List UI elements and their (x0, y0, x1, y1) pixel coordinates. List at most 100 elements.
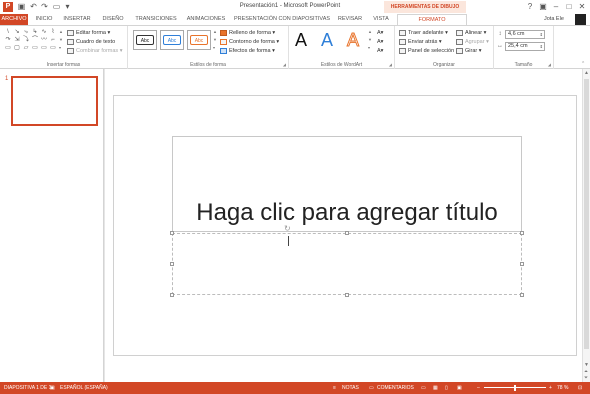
resize-handle[interactable] (520, 231, 524, 235)
tab-inicio[interactable]: INICIO (31, 14, 57, 25)
zoom-out-icon[interactable]: – (477, 382, 480, 394)
tab-transiciones[interactable]: TRANSICIONES (132, 14, 180, 25)
send-backward-button[interactable]: Enviar atrás ▾ (399, 38, 442, 46)
normal-view-icon[interactable]: ▭ (421, 382, 426, 394)
line-shape-icon[interactable]: \ (4, 29, 12, 35)
arc-shape-icon[interactable]: ⌒ (31, 37, 39, 43)
undo-icon[interactable]: ↶ (29, 2, 38, 11)
width-spinner-icon[interactable]: ⇕ (540, 43, 543, 50)
shape-style-sample-1[interactable]: Abc (133, 30, 157, 50)
selected-textbox[interactable] (170, 231, 524, 297)
height-spinner-icon[interactable]: ⇕ (540, 31, 543, 38)
text-fill-icon[interactable]: A▾ (377, 29, 383, 37)
resize-handle[interactable] (520, 262, 524, 266)
wordart-style-orange-outline[interactable]: A (346, 30, 359, 51)
start-presentation-icon[interactable]: ▭ (52, 2, 61, 11)
title-placeholder-text[interactable]: Haga clic para agregar título (173, 199, 521, 227)
arrow-shape-icon[interactable]: ↘ (13, 29, 21, 35)
shape-height-input[interactable]: 4,6 cm ⇕ (505, 30, 545, 39)
comments-button[interactable]: COMENTARIOS (377, 382, 414, 394)
reading-view-icon[interactable]: ▯ (445, 382, 448, 394)
language-indicator[interactable]: ESPAÑOL (ESPAÑA) (60, 382, 108, 394)
minimize-button[interactable]: – (550, 1, 562, 12)
group-button[interactable]: Agrupar ▾ (456, 38, 489, 46)
shapes-scroll-down-icon[interactable]: ▼ (59, 37, 63, 42)
scroll-down-icon[interactable]: ▼ (584, 362, 589, 368)
tab-animaciones[interactable]: ANIMACIONES (183, 14, 229, 25)
curve-shape-icon[interactable]: ∿ (40, 29, 48, 35)
slide-canvas[interactable]: Haga clic para agregar título ↻ (113, 95, 577, 356)
resize-handle[interactable] (520, 293, 524, 297)
shapes-scroll-up-icon[interactable]: ▲ (59, 29, 63, 34)
rounded-rectangle-shape-icon[interactable]: ▢ (13, 45, 21, 51)
fit-slide-icon[interactable]: ⊡ (578, 382, 582, 394)
edit-shape-button[interactable]: Editar forma ▾ (67, 29, 110, 37)
shape-fill-button[interactable]: Relleno de forma ▾ (220, 29, 275, 37)
connector-arrow-shape-icon[interactable]: ⤵ (22, 37, 30, 43)
collapse-ribbon-icon[interactable]: ⌃ (581, 61, 585, 67)
round-snip-shape-icon[interactable]: ▭ (31, 45, 39, 51)
styles-scroll-up-icon[interactable]: ▲ (213, 29, 217, 34)
shape-style-sample-3[interactable]: Abc (187, 30, 211, 50)
slideshow-icon[interactable]: ▣ (457, 382, 462, 394)
resize-handle[interactable] (345, 231, 349, 235)
spellcheck-icon[interactable]: ▣ (50, 382, 55, 394)
save-icon[interactable]: ▣ (17, 2, 26, 11)
scribble-shape-icon[interactable]: 〰 (40, 37, 48, 43)
redo-icon[interactable]: ↷ (40, 2, 49, 11)
selection-pane-button[interactable]: Panel de selección (399, 47, 454, 55)
elbow-shape-icon[interactable]: ↳ (31, 29, 39, 35)
rotate-handle-icon[interactable]: ↻ (284, 224, 291, 233)
close-button[interactable]: ✕ (576, 1, 588, 12)
shape-styles-dialog-launcher-icon[interactable]: ◢ (283, 62, 286, 67)
rotate-button[interactable]: Girar ▾ (456, 47, 482, 55)
merge-shapes-button[interactable]: Combinar formas ▾ (67, 47, 122, 55)
double-arrow-shape-icon[interactable]: ⇲ (13, 37, 21, 43)
wordart-scroll-up-icon[interactable]: ▲ (368, 29, 372, 34)
text-outline-icon[interactable]: A▾ (377, 38, 383, 46)
zoom-level[interactable]: 78 % (557, 382, 568, 394)
tab-revisar[interactable]: REVISAR (334, 14, 366, 25)
slide-sorter-icon[interactable]: ▦ (433, 382, 438, 394)
polyline-shape-icon[interactable]: ⌐ (49, 37, 57, 43)
shape-width-input[interactable]: 25,4 cm ⇕ (505, 42, 545, 51)
shape-outline-button[interactable]: Contorno de forma ▾ (220, 38, 279, 46)
rectangle-shape-icon[interactable]: ▭ (4, 45, 12, 51)
folded-shape-icon[interactable]: ▭ (40, 45, 48, 51)
align-button[interactable]: Alinear ▾ (456, 29, 486, 37)
styles-scroll-down-icon[interactable]: ▼ (213, 37, 217, 42)
tab-diseno[interactable]: DISEÑO (98, 14, 128, 25)
resize-handle[interactable] (170, 293, 174, 297)
vertical-scrollbar[interactable]: ▲ ▼ ⏶ ⏷ (582, 69, 590, 382)
resize-handle[interactable] (345, 293, 349, 297)
next-slide-icon[interactable]: ⏷ (584, 375, 588, 381)
notes-button[interactable]: NOTAS (342, 382, 359, 394)
freeform-shape-icon[interactable]: ⌇ (49, 29, 57, 35)
powerpoint-logo-icon[interactable]: P (3, 2, 13, 12)
tab-shape-icon[interactable]: ▭ (49, 45, 57, 51)
tab-presentacion[interactable]: PRESENTACIÓN CON DIAPOSITIVAS (233, 14, 331, 25)
shape-effects-button[interactable]: Efectos de forma ▾ (220, 47, 275, 55)
resize-handle[interactable] (170, 262, 174, 266)
help-icon[interactable]: ? (524, 1, 536, 12)
text-effects-icon[interactable]: A▾ (377, 47, 383, 55)
styles-more-icon[interactable]: ▾ (213, 45, 215, 50)
tab-insertar[interactable]: INSERTAR (60, 14, 94, 25)
size-dialog-launcher-icon[interactable]: ◢ (548, 62, 551, 67)
scrollbar-thumb[interactable] (584, 79, 589, 349)
scroll-up-icon[interactable]: ▲ (584, 70, 589, 76)
avatar[interactable] (575, 14, 586, 25)
tab-vista[interactable]: VISTA (369, 14, 393, 25)
zoom-slider-thumb[interactable] (514, 385, 516, 391)
maximize-button[interactable]: □ (563, 1, 575, 12)
zoom-in-icon[interactable]: + (549, 382, 552, 394)
wordart-more-icon[interactable]: ▾ (368, 45, 370, 50)
tab-archivo[interactable]: ARCHIVO (0, 14, 28, 25)
user-name[interactable]: Jota Ele (544, 16, 564, 22)
shape-style-sample-2[interactable]: Abc (160, 30, 184, 50)
ribbon-display-options-icon[interactable]: ▣ (537, 1, 549, 12)
wordart-style-blue[interactable]: A (321, 30, 333, 51)
wordart-dialog-launcher-icon[interactable]: ◢ (389, 62, 392, 67)
text-box-button[interactable]: Cuadro de texto (67, 38, 115, 46)
slide-thumbnail[interactable] (11, 76, 98, 126)
